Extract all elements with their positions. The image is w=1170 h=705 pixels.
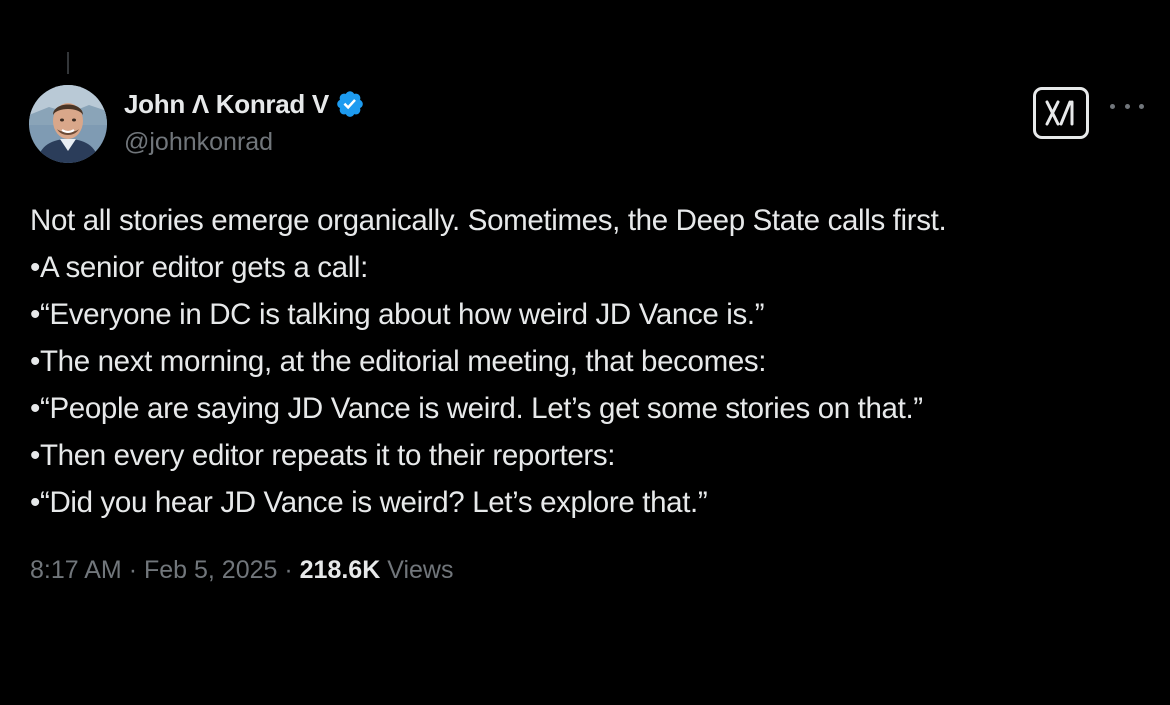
tweet-line: •“Everyone in DC is talking about how we…	[30, 298, 765, 331]
profile-photo	[29, 85, 107, 163]
grok-button[interactable]	[1033, 87, 1089, 139]
more-dots-icon[interactable]	[1110, 96, 1144, 116]
tweet-line: Not all stories emerge organically. Some…	[30, 204, 947, 237]
author-handle[interactable]: @johnkonrad	[124, 128, 273, 157]
views-count[interactable]: 218.6K	[300, 556, 381, 584]
views-label: Views	[387, 556, 454, 584]
tweet-line: •Then every editor repeats it to their r…	[30, 439, 616, 472]
tweet-time[interactable]: 8:17 AM	[30, 556, 122, 584]
thread-connector-line	[67, 52, 69, 74]
verified-badge-icon	[335, 89, 365, 119]
tweet-meta: 8:17 AM · Feb 5, 2025 · 218.6K Views	[30, 556, 453, 585]
meta-separator: ·	[284, 556, 293, 584]
dot	[1124, 103, 1130, 109]
tweet-date[interactable]: Feb 5, 2025	[144, 556, 277, 584]
avatar[interactable]	[29, 85, 107, 163]
dot	[1139, 103, 1144, 109]
tweet-line: •A senior editor gets a call:	[30, 251, 368, 284]
dot	[1110, 103, 1115, 109]
tweet-line: •“Did you hear JD Vance is weird? Let’s …	[30, 486, 708, 519]
meta-separator: ·	[128, 556, 138, 584]
tweet-line: •The next morning, at the editorial meet…	[30, 345, 767, 378]
grok-icon	[1045, 100, 1074, 126]
tweet-body: Not all stories emerge organically. Some…	[30, 197, 1150, 526]
tweet-line: •“People are saying JD Vance is weird. L…	[30, 392, 923, 425]
author-name-row: John Λ Konrad V	[124, 87, 365, 121]
author-display-name[interactable]: John Λ Konrad V	[124, 89, 329, 120]
